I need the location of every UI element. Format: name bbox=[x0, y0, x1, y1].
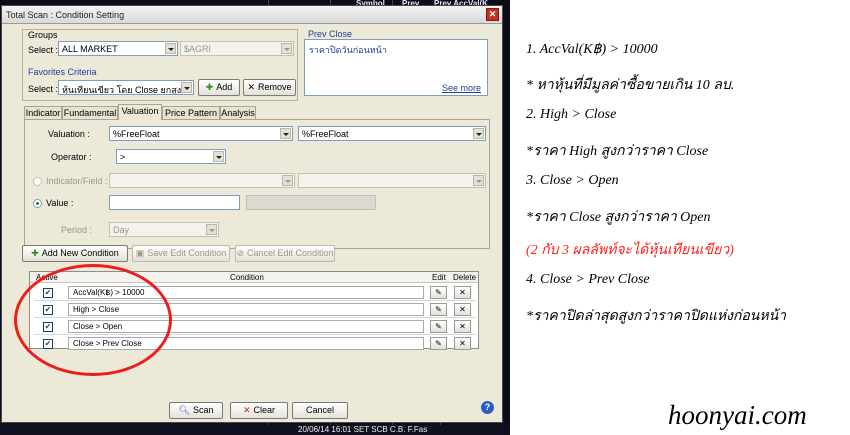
valuation-right-combo[interactable]: %FreeFloat bbox=[298, 126, 486, 141]
close-icon[interactable]: ✕ bbox=[486, 8, 499, 21]
operator-value: > bbox=[120, 152, 126, 162]
pencil-icon[interactable]: ✎ bbox=[430, 320, 447, 333]
delete-icon[interactable]: ✕ bbox=[454, 303, 471, 316]
save-edit-condition-button[interactable]: ▣ Save Edit Condition bbox=[132, 245, 230, 262]
x-icon: ✕ bbox=[247, 82, 256, 92]
operator-label: Operator : bbox=[51, 152, 92, 162]
indicator-right-combo[interactable] bbox=[298, 173, 486, 188]
annotation-line: 2. High > Close bbox=[526, 107, 617, 122]
chevron-down-icon[interactable] bbox=[473, 175, 484, 186]
pencil-icon[interactable]: ✎ bbox=[430, 337, 447, 350]
cancel-icon: ⊘ bbox=[236, 248, 244, 258]
x-icon: ✕ bbox=[242, 405, 251, 415]
groups-label: Groups bbox=[28, 30, 58, 40]
market-combo[interactable]: ALL MARKET bbox=[58, 41, 178, 56]
operator-combo[interactable]: > bbox=[116, 149, 226, 164]
favorites-combo[interactable]: หุ้นเทียนเขียว โดย Close ยกสูงขึ้ bbox=[58, 80, 194, 95]
scan-label: Scan bbox=[192, 405, 214, 415]
groups-select-label: Select : bbox=[28, 45, 59, 55]
annotation-line: *ราคา Close สูงกว่าราคา Open bbox=[526, 210, 711, 225]
period-combo[interactable]: Day bbox=[109, 222, 219, 237]
description-box: ราคาปิดวันก่อนหน้า See more bbox=[304, 39, 488, 96]
clear-button[interactable]: ✕ Clear bbox=[230, 402, 288, 419]
chevron-down-icon[interactable] bbox=[165, 43, 176, 54]
cancel-label: Cancel bbox=[305, 405, 334, 415]
valuation-label: Valuation : bbox=[48, 129, 90, 139]
add-new-condition-button[interactable]: ✚ Add New Condition bbox=[22, 245, 128, 262]
annotation-line: 4. Close > Prev Close bbox=[526, 272, 650, 287]
favorites-label: Favorites Criteria bbox=[28, 67, 97, 77]
tab-analysis[interactable]: Analysis bbox=[220, 106, 256, 119]
chevron-down-icon[interactable] bbox=[213, 151, 224, 162]
delete-icon[interactable]: ✕ bbox=[454, 286, 471, 299]
brand-watermark: hoonyai.com bbox=[668, 400, 807, 430]
add-favorite-button[interactable]: ✚ Add bbox=[198, 79, 240, 96]
chevron-down-icon[interactable] bbox=[282, 175, 293, 186]
chevron-down-icon[interactable] bbox=[473, 128, 484, 139]
symbol-group-value: $AGRI bbox=[184, 44, 212, 54]
valuation-right-value: %FreeFloat bbox=[302, 129, 349, 139]
valuation-left-value: %FreeFloat bbox=[113, 129, 160, 139]
indicator-field-label: Indicator/Field : bbox=[46, 176, 108, 186]
annotation-line: *ราคาปิดล่าสุดสูงกว่าราคาปิดแห่งก่อนหน้า bbox=[526, 309, 787, 324]
valuation-left-combo[interactable]: %FreeFloat bbox=[109, 126, 293, 141]
annotation-line: 3. Close > Open bbox=[526, 173, 619, 188]
col-condition: Condition bbox=[230, 273, 264, 282]
help-icon[interactable]: ? bbox=[481, 401, 494, 414]
add-favorite-label: Add bbox=[216, 82, 233, 92]
indicator-radio[interactable] bbox=[33, 177, 42, 186]
remove-favorite-label: Remove bbox=[258, 82, 292, 92]
indicator-left-combo[interactable] bbox=[109, 173, 295, 188]
search-icon: 🔍︎ bbox=[178, 405, 190, 415]
tab-indicator[interactable]: Indicator bbox=[24, 106, 62, 119]
value-input[interactable] bbox=[109, 195, 240, 210]
clear-label: Clear bbox=[253, 405, 276, 415]
symbol-group-combo[interactable]: $AGRI bbox=[180, 41, 294, 56]
annotation-line: 1. AccVal(K฿) > 10000 bbox=[526, 42, 658, 57]
bg-status-bar: 20/06/14 16:01 SET SCB C.B. F.Fas bbox=[0, 425, 510, 435]
cancel-button[interactable]: Cancel bbox=[292, 402, 348, 419]
col-edit: Edit bbox=[432, 273, 446, 282]
plus-icon: ✚ bbox=[205, 82, 214, 92]
dialog-titlebar[interactable]: Total Scan : Condition Setting ✕ bbox=[2, 6, 502, 24]
add-icon: ✚ bbox=[31, 248, 39, 258]
chevron-down-icon[interactable] bbox=[280, 128, 291, 139]
description-text: ราคาปิดวันก่อนหน้า bbox=[309, 45, 387, 55]
favorites-select-label: Select : bbox=[28, 84, 59, 94]
chevron-down-icon[interactable] bbox=[181, 82, 192, 93]
annotation-line-highlight: (2 กับ 3 ผลลัพท์จะได้หุ้นเทียนเขียว) bbox=[526, 243, 734, 258]
scan-button[interactable]: 🔍︎ Scan bbox=[169, 402, 223, 419]
period-label: Period : bbox=[61, 225, 93, 235]
cancel-edit-condition-button[interactable]: ⊘ Cancel Edit Condition bbox=[235, 245, 335, 262]
period-value: Day bbox=[113, 225, 130, 235]
delete-icon[interactable]: ✕ bbox=[454, 337, 471, 350]
value-radio[interactable] bbox=[33, 199, 42, 208]
dialog-title: Total Scan : Condition Setting bbox=[6, 10, 125, 20]
tab-price-pattern[interactable]: Price Pattern bbox=[162, 106, 220, 119]
pencil-icon[interactable]: ✎ bbox=[430, 286, 447, 299]
chevron-down-icon[interactable] bbox=[281, 43, 292, 54]
condition-setting-dialog: Total Scan : Condition Setting ✕ Groups … bbox=[1, 5, 503, 423]
cancel-edit-condition-label: Cancel Edit Condition bbox=[246, 248, 334, 258]
remove-favorite-button[interactable]: ✕ Remove bbox=[243, 79, 296, 96]
annotation-line: * หาหุ้นที่มีมูลค่าซื้อขายเกิน 10 ลบ. bbox=[526, 78, 735, 93]
market-value: ALL MARKET bbox=[62, 44, 118, 54]
save-edit-condition-label: Save Edit Condition bbox=[147, 248, 227, 258]
delete-icon[interactable]: ✕ bbox=[454, 320, 471, 333]
favorites-value: หุ้นเทียนเขียว โดย Close ยกสูงขึ้ bbox=[62, 85, 188, 95]
see-more-link[interactable]: See more bbox=[442, 83, 481, 93]
description-title: Prev Close bbox=[308, 29, 353, 39]
value-aux-field bbox=[246, 195, 376, 210]
tab-valuation[interactable]: Valuation bbox=[118, 104, 162, 120]
col-delete: Delete bbox=[453, 273, 477, 282]
highlight-circle bbox=[14, 264, 172, 376]
annotation-line: *ราคา High สูงกว่าราคา Close bbox=[526, 144, 709, 159]
value-label: Value : bbox=[46, 198, 74, 208]
save-icon: ▣ bbox=[135, 248, 145, 258]
chevron-down-icon[interactable] bbox=[206, 224, 217, 235]
tab-fundamental[interactable]: Fundamental bbox=[62, 106, 118, 119]
add-new-condition-label: Add New Condition bbox=[41, 248, 119, 258]
pencil-icon[interactable]: ✎ bbox=[430, 303, 447, 316]
